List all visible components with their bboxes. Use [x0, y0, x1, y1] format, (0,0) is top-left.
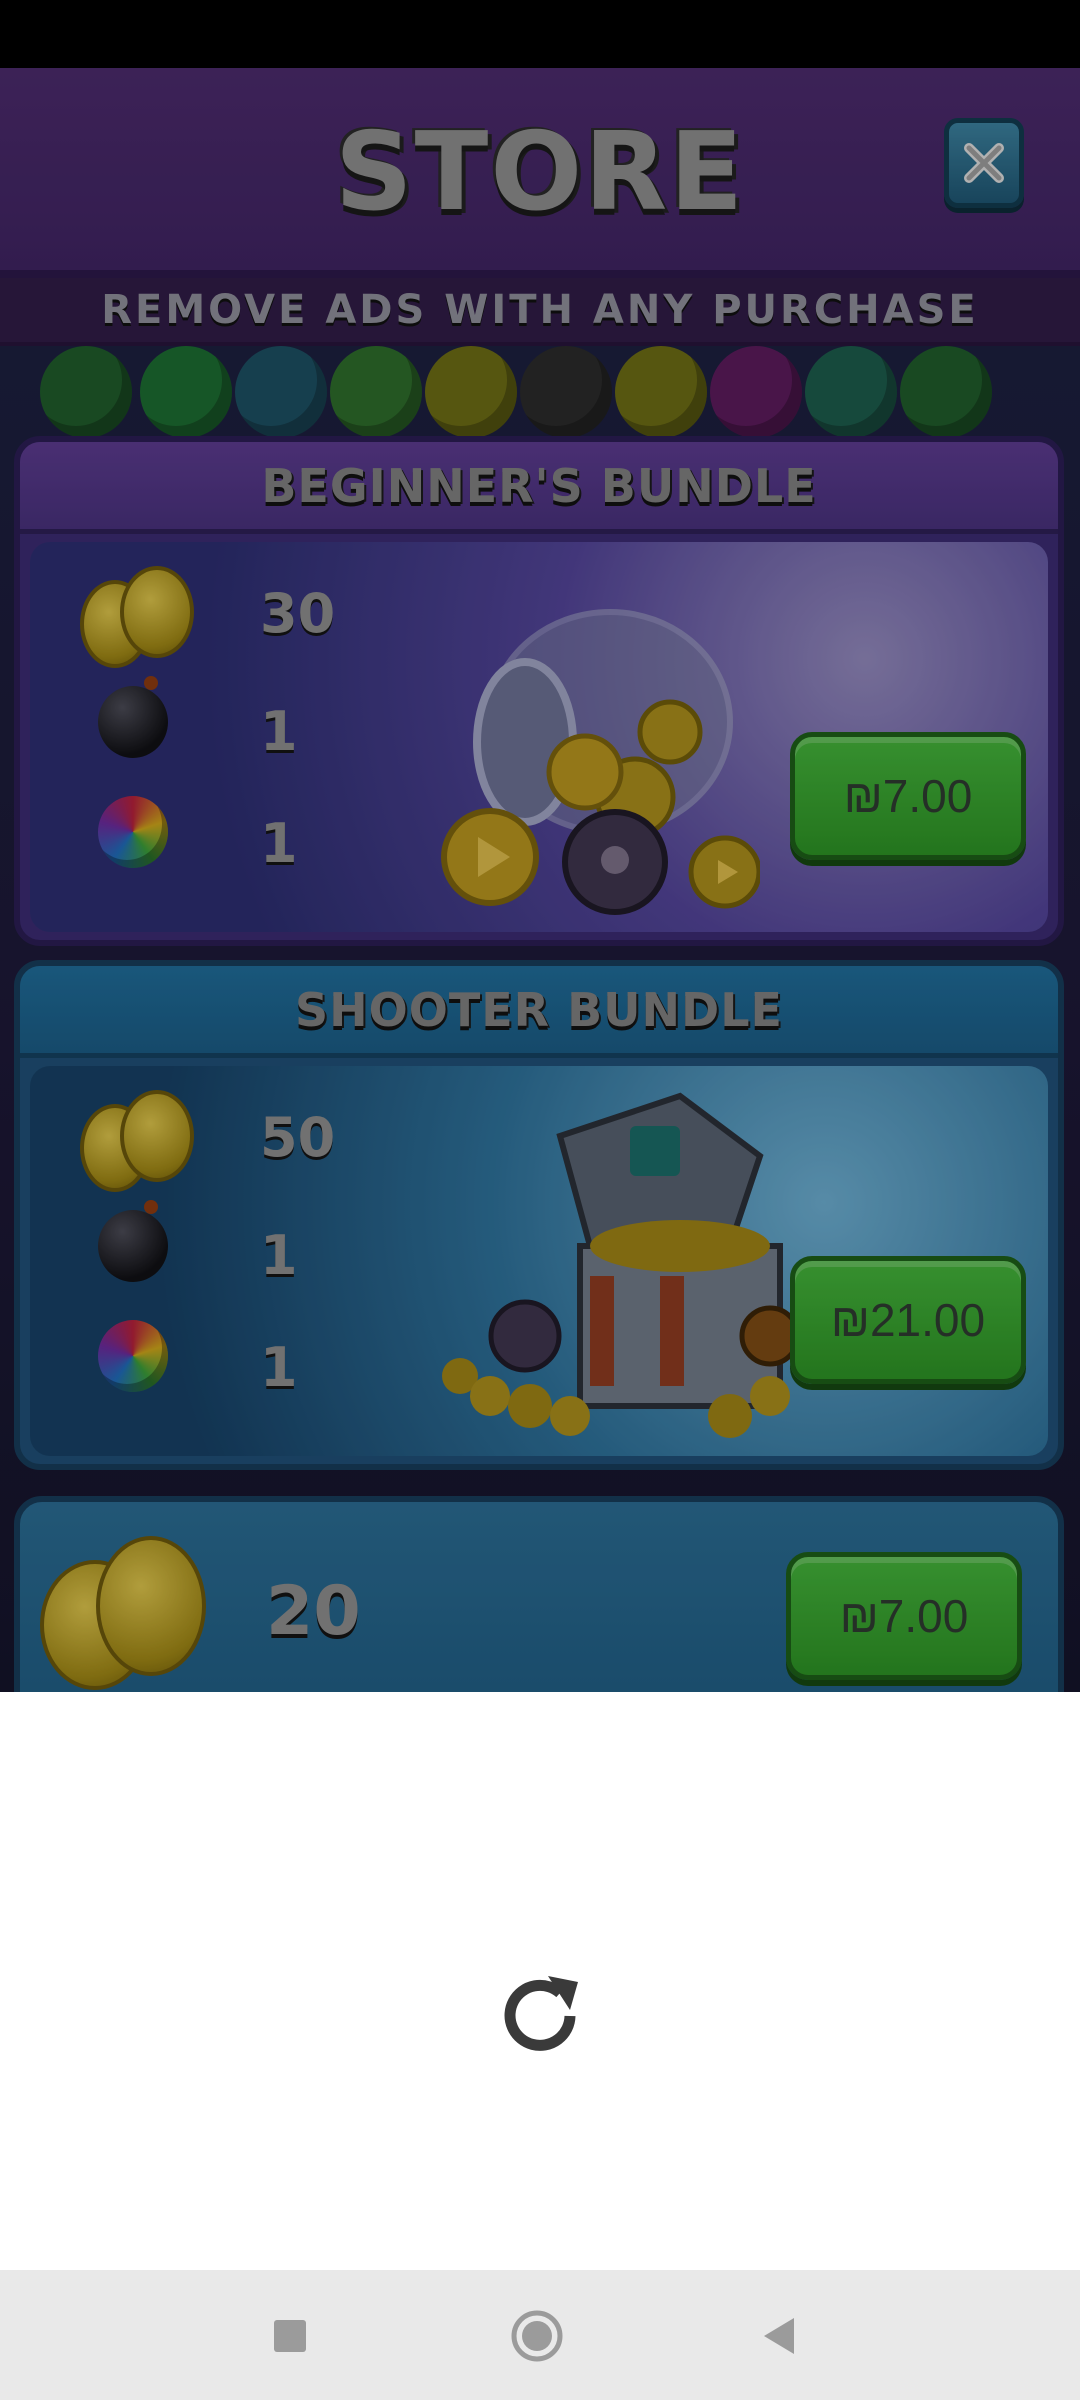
bubble [615, 346, 707, 438]
recents-button[interactable] [260, 2306, 320, 2366]
banner-text: REMOVE ADS WITH ANY PURCHASE [101, 287, 979, 333]
bundle-title: BEGINNER'S BUNDLE [261, 458, 817, 513]
beginners-bundle-card: BEGINNER'S BUNDLE 30 1 1 ₪7.00 [14, 436, 1064, 946]
buy-beginners-bundle-button[interactable]: ₪7.00 [790, 732, 1026, 860]
bundle-body: 30 1 1 ₪7.00 [30, 542, 1048, 932]
coin [120, 566, 194, 658]
item-quantity: 50 [260, 1106, 336, 1169]
reload-icon[interactable] [492, 1968, 588, 2064]
bundle-header: SHOOTER BUNDLE [20, 966, 1058, 1058]
price-label: ₪7.00 [839, 1590, 969, 1642]
bubble [900, 346, 992, 438]
item-quantity: 20 [266, 1572, 361, 1651]
store-header: STORE [0, 68, 1080, 278]
triangle-back-icon [764, 2318, 794, 2354]
back-button[interactable] [748, 2306, 808, 2366]
bubble [140, 346, 232, 438]
treasure-chest-illustration [442, 1092, 801, 1438]
item-quantity: 1 [260, 700, 298, 763]
home-button[interactable] [507, 2306, 567, 2366]
coins-icon [80, 562, 200, 672]
coin [96, 1536, 206, 1676]
bubble [235, 346, 327, 438]
coins-icon [80, 1086, 200, 1196]
bundle-item-rainbow: 1 [60, 792, 320, 892]
bubble [520, 346, 612, 438]
bubble [805, 346, 897, 438]
item-quantity: 1 [260, 1336, 298, 1399]
item-quantity: 30 [260, 582, 336, 645]
buy-coin-pack-button[interactable]: ₪7.00 [786, 1552, 1022, 1680]
rainbow-ball-icon [98, 796, 168, 868]
close-icon [964, 143, 1004, 183]
bundle-item-rainbow: 1 [60, 1316, 320, 1416]
item-quantity: 1 [260, 812, 298, 875]
bubble [330, 346, 422, 438]
bundle-item-bomb: 1 [60, 676, 320, 780]
bundle-item-coins: 30 [60, 562, 335, 668]
bomb-icon [98, 1200, 168, 1282]
bundle-item-bomb: 1 [60, 1200, 320, 1304]
status-bar [0, 0, 1080, 68]
circle-icon [511, 2310, 563, 2362]
bubble [40, 346, 132, 438]
bubble [710, 346, 802, 438]
store-screen: STORE REMOVE ADS WITH ANY PURCHASE BEGIN… [0, 68, 1080, 1692]
square-icon [274, 2320, 306, 2352]
bundle-item-coins: 50 [60, 1086, 335, 1192]
navigation-bar [0, 2270, 1080, 2400]
coins-icon [40, 1532, 210, 1692]
bubble [425, 346, 517, 438]
item-quantity: 1 [260, 1224, 298, 1287]
coin-pack-card: 20 ₪7.00 [14, 1496, 1064, 1692]
page-title: STORE [334, 110, 746, 235]
bundle-title: SHOOTER BUNDLE [295, 982, 783, 1037]
coin-jar-illustration [441, 609, 760, 915]
bundle-header: BEGINNER'S BUNDLE [20, 442, 1058, 534]
price-label: ₪21.00 [830, 1294, 986, 1346]
bundle-body: 50 1 1 ₪21.00 [30, 1066, 1048, 1456]
buy-shooter-bundle-button[interactable]: ₪21.00 [790, 1256, 1026, 1384]
bomb-icon [98, 676, 168, 758]
rainbow-ball-icon [98, 1320, 168, 1392]
close-button[interactable] [944, 118, 1024, 208]
price-label: ₪7.00 [843, 770, 973, 822]
remove-ads-banner: REMOVE ADS WITH ANY PURCHASE [0, 278, 1080, 346]
coin [120, 1090, 194, 1182]
shooter-bundle-card: SHOOTER BUNDLE 50 1 1 ₪21.00 [14, 960, 1064, 1470]
